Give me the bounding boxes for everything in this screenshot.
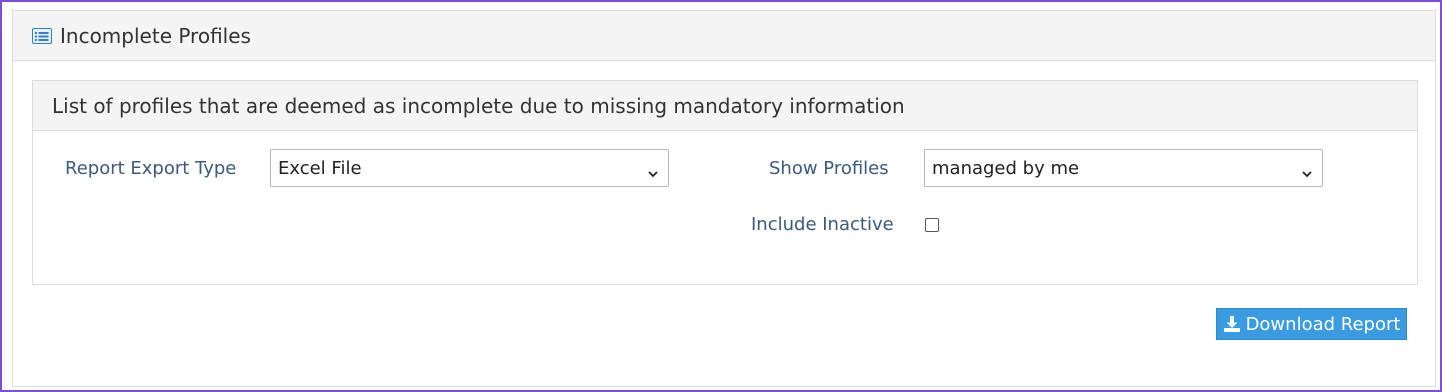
show-profiles-label: Show Profiles [769, 158, 889, 179]
report-export-type-value: Excel File [278, 157, 362, 179]
report-description-header: List of profiles that are deemed as inco… [33, 81, 1417, 131]
show-profiles-select[interactable]: managed by me [924, 149, 1323, 187]
chevron-down-icon [648, 163, 658, 178]
show-profiles-value: managed by me [932, 157, 1080, 179]
list-icon [32, 27, 52, 44]
page-title: Incomplete Profiles [60, 23, 251, 48]
include-inactive-checkbox[interactable] [925, 218, 939, 232]
download-report-button[interactable]: Download Report [1216, 308, 1407, 340]
report-description: List of profiles that are deemed as inco… [52, 93, 905, 118]
chevron-down-icon [1302, 163, 1312, 178]
panel-header: Incomplete Profiles [13, 11, 1435, 61]
report-options-panel: List of profiles that are deemed as inco… [32, 80, 1418, 285]
report-export-type-select[interactable]: Excel File [270, 149, 669, 187]
report-export-type-label: Report Export Type [65, 158, 237, 179]
download-icon [1223, 315, 1241, 333]
include-inactive-label: Include Inactive [751, 214, 894, 235]
download-report-label: Download Report [1245, 313, 1401, 335]
